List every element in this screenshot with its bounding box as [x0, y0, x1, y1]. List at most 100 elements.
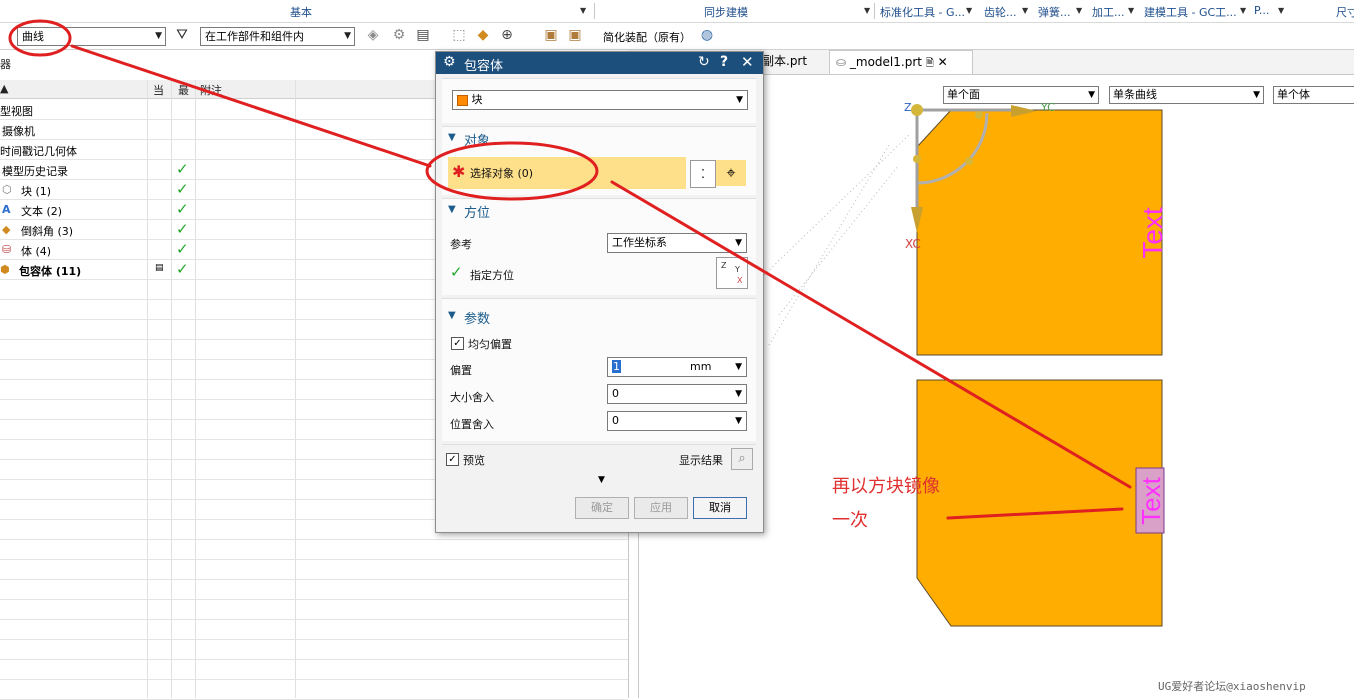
snap-settings-icon[interactable]: ▤	[414, 26, 432, 44]
chevron-down-icon[interactable]: ▼	[1278, 6, 1284, 15]
block-icon	[457, 94, 468, 106]
chevron-down-icon: ▼	[735, 416, 742, 426]
checkmark-icon: ✓	[176, 160, 189, 178]
tab-copy-prt[interactable]: 副本.prt	[756, 50, 813, 73]
size-round-input[interactable]: 0 ▼	[607, 384, 747, 404]
collapse-triangle-icon[interactable]: ▼	[448, 204, 456, 215]
point-dialog-icon[interactable]: ⁚	[690, 160, 716, 188]
assembly-tool-icon[interactable]: ◍	[698, 26, 716, 44]
dialog-title: 包容体	[464, 59, 504, 74]
latest-column-header[interactable]: 最	[178, 82, 189, 98]
annotation-line-1: 再以方块镜像	[832, 476, 940, 497]
close-icon[interactable]: ✕	[741, 53, 754, 71]
navigator-row[interactable]	[0, 560, 628, 580]
ribbon-group-p[interactable]: P...	[1254, 4, 1269, 17]
chamfer-icon: ◆	[2, 223, 11, 236]
ribbon-group-basic[interactable]: 基本	[290, 4, 312, 20]
forum-watermark: UG爱好者论坛@xiaoshenvip	[1158, 680, 1306, 693]
chevron-down-icon[interactable]: ▼	[1240, 6, 1246, 15]
top-part-face[interactable]	[916, 109, 1163, 356]
ribbon-group-gear[interactable]: 齿轮...	[984, 4, 1017, 20]
navigator-row[interactable]	[0, 680, 628, 700]
chevron-down-icon[interactable]: ▼	[1022, 6, 1028, 15]
chevron-down-icon: ▼	[344, 31, 351, 41]
position-round-input[interactable]: 0 ▼	[607, 411, 747, 431]
select-all-icon[interactable]: ⬚	[450, 26, 468, 44]
bottom-text-feature[interactable]: Text	[1136, 476, 1166, 524]
collapse-triangle-icon[interactable]: ▼	[448, 132, 456, 143]
navigator-row-label: 模型历史记录	[2, 165, 68, 178]
point-snap-icon[interactable]: ⊕	[498, 26, 516, 44]
top-text-feature[interactable]: Text	[1137, 207, 1168, 259]
uniform-offset-checkbox[interactable]: ✓	[451, 337, 464, 350]
cancel-button[interactable]: 取消	[693, 497, 747, 519]
simplify-assembly-label[interactable]: 简化装配（原有）	[603, 29, 691, 45]
ribbon-group-dimension[interactable]: 尺寸	[1336, 4, 1354, 20]
checkmark-icon: ✓	[176, 180, 189, 198]
shaded-box-icon[interactable]: ▣	[542, 26, 560, 44]
type-select[interactable]: 块 ▼	[452, 90, 748, 110]
filter-funnel-icon[interactable]: ⛛	[173, 26, 191, 44]
axis-label-z: Z	[904, 101, 912, 114]
bounding-body-dialog: ⚙ 包容体 ↻ ? ✕ 块 ▼ ▼ 对象 ✱ 选择对象 (0) ⁚ ⌖ ▼ 方位…	[435, 51, 764, 533]
type-filter-select[interactable]: 曲线 ▼	[17, 27, 166, 46]
select-component-icon[interactable]: ◈	[364, 26, 382, 44]
dialog-title-bar[interactable]: ⚙ 包容体 ↻ ? ✕	[436, 52, 763, 74]
ribbon-group-sync-modeling[interactable]: 同步建模	[704, 4, 748, 20]
ribbon-group-spring[interactable]: 弹簧...	[1038, 4, 1071, 20]
tab-label: _model1.prt	[849, 55, 922, 69]
ribbon-group-std-tools[interactable]: 标准化工具 - G...	[880, 4, 965, 20]
object-section-header[interactable]: 对象	[464, 130, 490, 149]
navigator-row[interactable]	[0, 540, 628, 560]
uniform-offset-label: 均匀偏置	[468, 338, 512, 351]
apply-button[interactable]: 应用	[634, 497, 688, 519]
show-faces-icon[interactable]: ◆	[474, 26, 492, 44]
select-object-label: 选择对象 (0)	[470, 167, 534, 180]
show-result-label: 显示结果	[679, 454, 723, 467]
close-icon[interactable]: ✕	[938, 55, 948, 69]
chevron-down-icon[interactable]: ▼	[580, 6, 586, 15]
bottom-part-face[interactable]	[916, 379, 1163, 627]
parameters-section-header[interactable]: 参数	[464, 308, 490, 327]
select-features-icon[interactable]: ⚙	[390, 26, 408, 44]
reset-icon[interactable]: ↻	[698, 54, 710, 70]
reference-select[interactable]: 工作坐标系 ▼	[607, 233, 747, 253]
collapse-triangle-icon[interactable]: ▼	[448, 310, 456, 321]
position-round-label: 位置舍入	[450, 418, 494, 431]
select-object-row[interactable]: ✱ 选择对象 (0)	[448, 157, 686, 189]
tab-model1-prt[interactable]: ⛀ _model1.prt 🗎 ✕	[829, 50, 973, 74]
ok-button[interactable]: 确定	[575, 497, 629, 519]
help-icon[interactable]: ?	[720, 54, 728, 70]
orientation-section-header[interactable]: 方位	[464, 202, 490, 221]
offset-unit: mm	[690, 360, 712, 373]
annotation-line-2: 一次	[832, 510, 868, 531]
chevron-down-icon[interactable]: ▼	[1076, 6, 1082, 15]
current-column-header[interactable]: 当	[153, 82, 164, 98]
navigator-row-label: 体 (4)	[21, 245, 52, 258]
magnifier-icon[interactable]: ⌕	[731, 448, 753, 470]
chevron-down-icon[interactable]: ▼	[1128, 6, 1134, 15]
navigator-row[interactable]	[0, 660, 628, 680]
navigator-row[interactable]	[0, 580, 628, 600]
expand-more-icon[interactable]: ▼	[598, 475, 605, 485]
chevron-down-icon[interactable]: ▼	[966, 6, 972, 15]
ribbon-bar: 基本 ▼ 同步建模 ▼ 标准化工具 - G... ▼ 齿轮... ▼ 弹簧...…	[0, 0, 1354, 23]
navigator-row[interactable]	[0, 640, 628, 660]
navigator-row[interactable]	[0, 620, 628, 640]
ribbon-group-machining[interactable]: 加工...	[1092, 4, 1125, 20]
scope-filter-select[interactable]: 在工作部件和组件内 ▼	[200, 27, 355, 46]
wire-box-icon[interactable]: ▣	[566, 26, 584, 44]
ribbon-divider	[874, 3, 875, 19]
name-column-header[interactable]: ▲	[0, 82, 8, 95]
notes-column-header[interactable]: 附注	[200, 82, 222, 98]
csys-icon[interactable]: ZYX	[716, 257, 748, 289]
chevron-down-icon[interactable]: ▼	[864, 6, 870, 15]
save-icon[interactable]: 🗎	[926, 58, 934, 69]
ribbon-group-modeling-tools[interactable]: 建模工具 - GC工...	[1144, 4, 1237, 20]
crosshair-icon[interactable]: ⌖	[716, 160, 746, 186]
preview-checkbox[interactable]: ✓	[446, 453, 459, 466]
offset-input[interactable]: 1 mm ▼	[607, 357, 747, 377]
navigator-row[interactable]	[0, 600, 628, 620]
type-filter-value: 曲线	[22, 30, 44, 43]
gear-icon: ⚙	[443, 54, 456, 70]
